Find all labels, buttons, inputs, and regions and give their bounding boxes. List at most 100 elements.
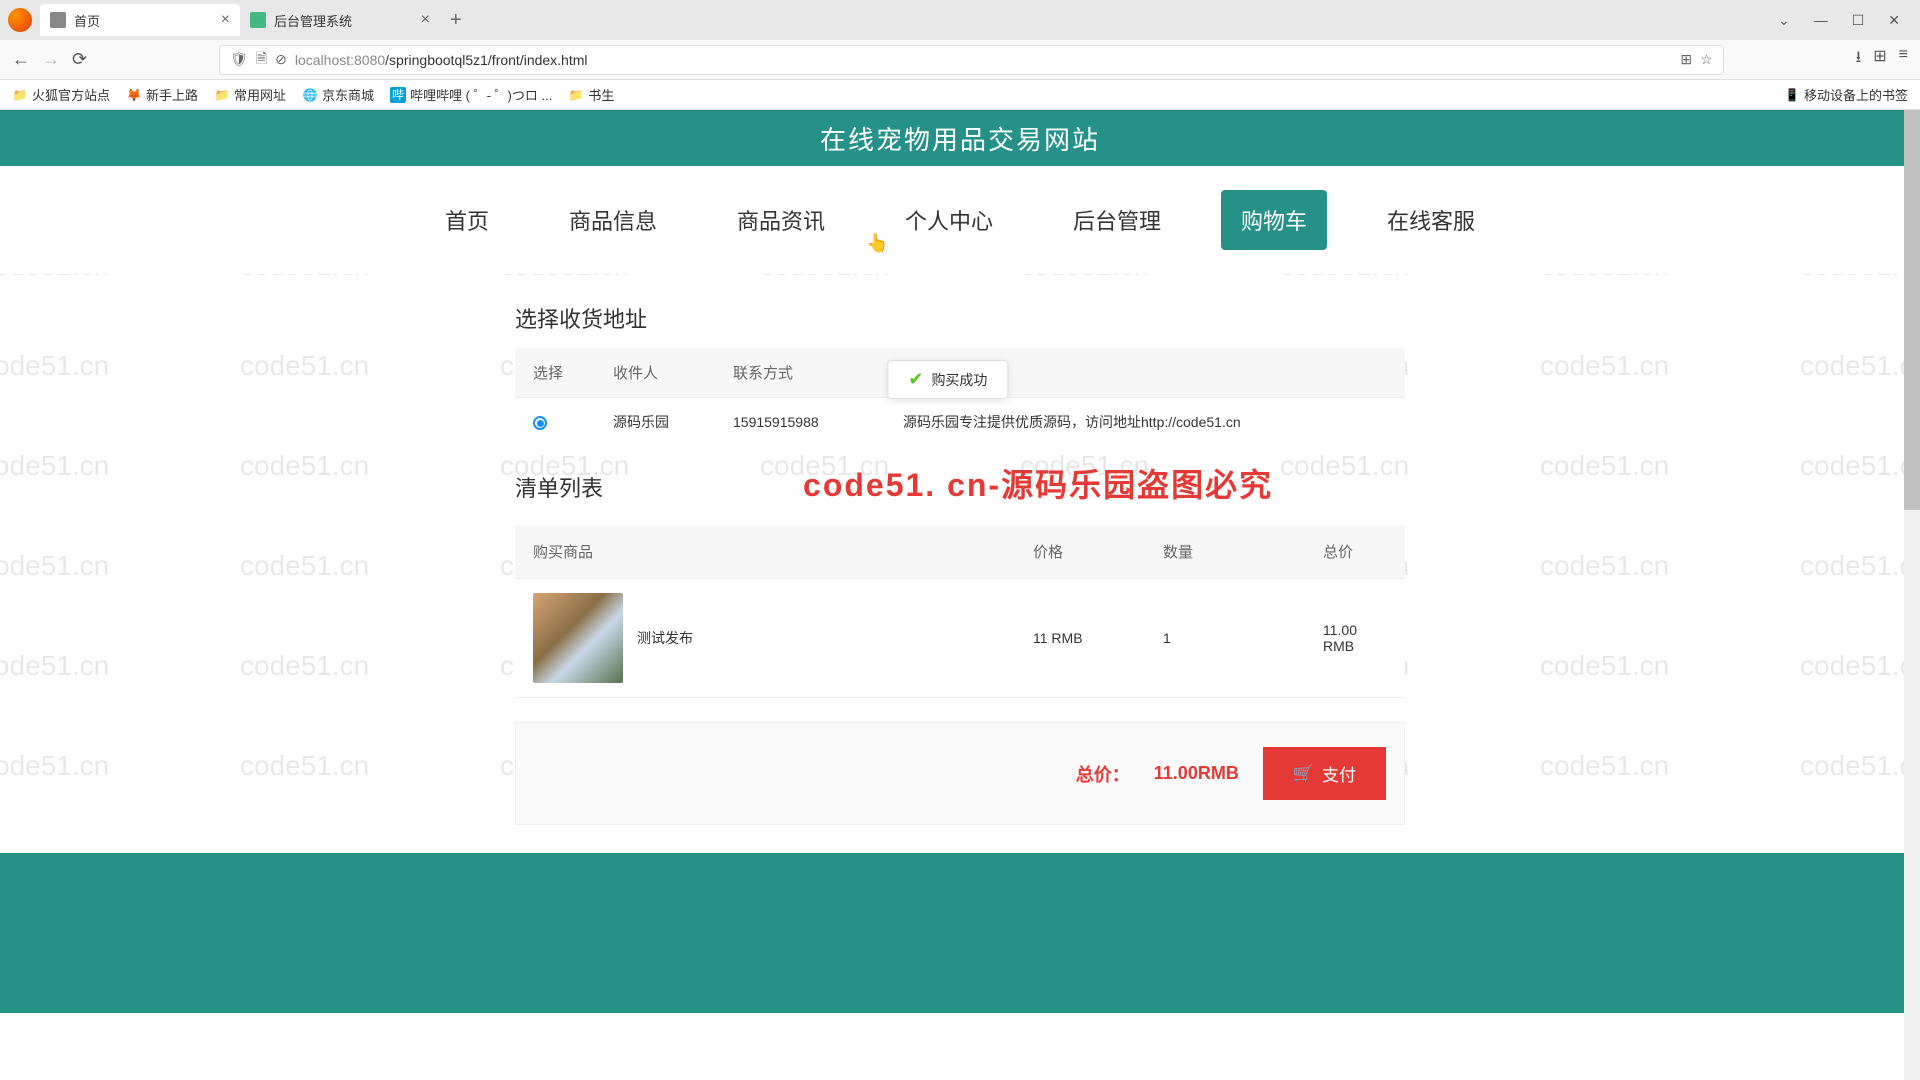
toast-text: 购买成功	[931, 370, 987, 390]
nav-item-2[interactable]: 商品资讯	[717, 190, 845, 250]
cart-icon: 🛒	[1293, 764, 1314, 784]
bookmark-item[interactable]: 📁书生	[568, 85, 614, 104]
download-icon[interactable]: ⭳	[1856, 46, 1862, 73]
firefox-icon: 🦊	[126, 87, 142, 103]
cart-table-header: 购买商品 价格 数量 总价	[515, 525, 1405, 578]
tab-favicon-icon	[50, 12, 66, 28]
bookmark-label: 移动设备上的书签	[1804, 85, 1908, 104]
bookmark-label: 书生	[588, 85, 614, 104]
url-bar: ← → ⟳ 🛡 🗎 ⊘ localhost:8080/springbootql5…	[0, 40, 1920, 80]
translate-icon[interactable]: ⊞	[1680, 51, 1692, 68]
bookmark-item[interactable]: 📁常用网址	[214, 85, 286, 104]
firefox-logo-icon	[8, 8, 32, 32]
browser-tab-1[interactable]: 首页 ×	[40, 4, 240, 36]
extension-icon[interactable]: ⊞	[1873, 46, 1886, 73]
nav-item-1[interactable]: 商品信息	[549, 190, 677, 250]
main-nav: 首页商品信息商品资讯个人中心后台管理购物车在线客服	[0, 166, 1920, 274]
product-qty: 1	[1163, 630, 1323, 646]
maximize-icon[interactable]: ☐	[1852, 12, 1865, 29]
bookmark-item[interactable]: 🌐京东商城	[302, 85, 374, 104]
col-header-phone: 联系方式	[733, 362, 903, 383]
shield-icon[interactable]: 🛡	[230, 51, 248, 68]
url-text: localhost:8080/springbootql5z1/front/ind…	[295, 52, 1672, 68]
bookmark-label: 哔哩哔哩 ( ゜- ゜)つロ ...	[410, 85, 552, 104]
nav-item-3[interactable]: 个人中心	[885, 190, 1013, 250]
folder-icon: 📁	[214, 87, 230, 103]
back-icon[interactable]: ←	[12, 49, 30, 70]
nav-item-0[interactable]: 首页	[425, 190, 509, 250]
col-header-price: 价格	[1033, 541, 1163, 562]
tab-favicon-icon	[250, 12, 266, 28]
url-path: /springbootql5z1/front/index.html	[385, 52, 587, 68]
tab-title: 首页	[74, 11, 213, 30]
page-content: 在线宠物用品交易网站 首页商品信息商品资讯个人中心后台管理购物车在线客服 ✔ 购…	[0, 110, 1920, 1013]
browser-chrome: 首页 × 后台管理系统 × + ⌄ — ☐ ✕ ← → ⟳ 🛡 🗎 ⊘ loca…	[0, 0, 1920, 110]
bookmark-bar: 📁火狐官方站点 🦊新手上路 📁常用网址 🌐京东商城 哔哔哩哔哩 ( ゜- ゜)つ…	[0, 80, 1920, 110]
pay-button[interactable]: 🛒 支付	[1263, 747, 1386, 800]
product-thumbnail[interactable]	[533, 593, 623, 683]
address-radio[interactable]	[533, 416, 547, 430]
bookmark-item[interactable]: 📁火狐官方站点	[12, 85, 110, 104]
col-header-recipient: 收件人	[613, 362, 733, 383]
col-header-product: 购买商品	[533, 541, 1033, 562]
toast-message: ✔ 购买成功	[887, 360, 1008, 399]
cart-section-title: 清单列表	[515, 471, 603, 503]
reload-icon[interactable]: ⟳	[72, 49, 87, 70]
total-label: 总价：	[1076, 761, 1130, 787]
nav-item-6[interactable]: 在线客服	[1367, 190, 1495, 250]
product-name: 测试发布	[637, 628, 693, 648]
product-price: 11 RMB	[1033, 630, 1163, 646]
bilibili-icon: 哔	[390, 87, 406, 103]
scrollbar-thumb[interactable]	[1904, 110, 1920, 510]
jd-icon: 🌐	[302, 87, 318, 103]
tab-close-icon[interactable]: ×	[221, 11, 230, 29]
browser-tab-2[interactable]: 后台管理系统 ×	[240, 4, 440, 36]
bookmark-item[interactable]: 哔哔哩哔哩 ( ゜- ゜)つロ ...	[390, 85, 552, 104]
bookmark-item[interactable]: 🦊新手上路	[126, 85, 198, 104]
cart-row: 测试发布 11 RMB 1 11.00 RMB	[515, 578, 1405, 698]
nav-item-4[interactable]: 后台管理	[1053, 190, 1181, 250]
permission-icon[interactable]: ⊘	[275, 51, 287, 68]
scrollbar[interactable]	[1904, 110, 1920, 1080]
page-icon: 🗎	[256, 48, 267, 72]
nav-item-5[interactable]: 购物车	[1221, 190, 1327, 250]
order-summary: 总价： 11.00RMB 🛒 支付	[515, 722, 1405, 825]
site-header: 在线宠物用品交易网站	[0, 110, 1920, 166]
footer	[0, 853, 1920, 1013]
toolbar-right: ⭳ ⊞ ≡	[1856, 46, 1908, 73]
forward-icon[interactable]: →	[42, 49, 60, 70]
tab-bar: 首页 × 后台管理系统 × + ⌄ — ☐ ✕	[0, 0, 1920, 40]
folder-icon: 📁	[568, 87, 584, 103]
total-value: 11.00RMB	[1154, 763, 1239, 784]
tab-close-icon[interactable]: ×	[421, 11, 430, 29]
mobile-bookmarks[interactable]: 📱移动设备上的书签	[1784, 85, 1908, 104]
product-total: 11.00 RMB	[1323, 622, 1387, 654]
address-text: 源码乐园专注提供优质源码，访问地址http://code51.cn	[903, 412, 1387, 432]
menu-icon[interactable]: ≡	[1899, 46, 1908, 73]
address-recipient: 源码乐园	[613, 412, 733, 432]
bookmark-label: 京东商城	[322, 85, 374, 104]
window-controls: ⌄ — ☐ ✕	[1778, 12, 1912, 29]
col-header-qty: 数量	[1163, 541, 1323, 562]
chevron-down-icon[interactable]: ⌄	[1778, 12, 1790, 29]
address-row: 源码乐园 15915915988 源码乐园专注提供优质源码，访问地址http:/…	[515, 397, 1405, 446]
main-container: 选择收货地址 选择 收件人 联系方式 地址 源码乐园 15915915988 源…	[515, 274, 1405, 825]
url-host: localhost:8080	[295, 52, 385, 68]
bookmark-label: 常用网址	[234, 85, 286, 104]
mobile-icon: 📱	[1784, 87, 1800, 103]
bookmark-label: 火狐官方站点	[32, 85, 110, 104]
tab-title: 后台管理系统	[274, 11, 413, 30]
new-tab-button[interactable]: +	[440, 9, 472, 32]
site-title: 在线宠物用品交易网站	[820, 120, 1100, 157]
col-header-select: 选择	[533, 362, 613, 383]
close-icon[interactable]: ✕	[1888, 12, 1900, 29]
checkmark-icon: ✔	[908, 369, 923, 390]
url-input[interactable]: 🛡 🗎 ⊘ localhost:8080/springbootql5z1/fro…	[219, 45, 1724, 75]
minimize-icon[interactable]: —	[1814, 12, 1828, 29]
col-header-total: 总价	[1323, 541, 1387, 562]
bookmark-label: 新手上路	[146, 85, 198, 104]
address-phone: 15915915988	[733, 414, 903, 430]
cart-table: 购买商品 价格 数量 总价 测试发布 11 RMB 1 11.00 RMB	[515, 525, 1405, 698]
bookmark-star-icon[interactable]: ☆	[1700, 51, 1713, 68]
pay-label: 支付	[1322, 761, 1356, 786]
